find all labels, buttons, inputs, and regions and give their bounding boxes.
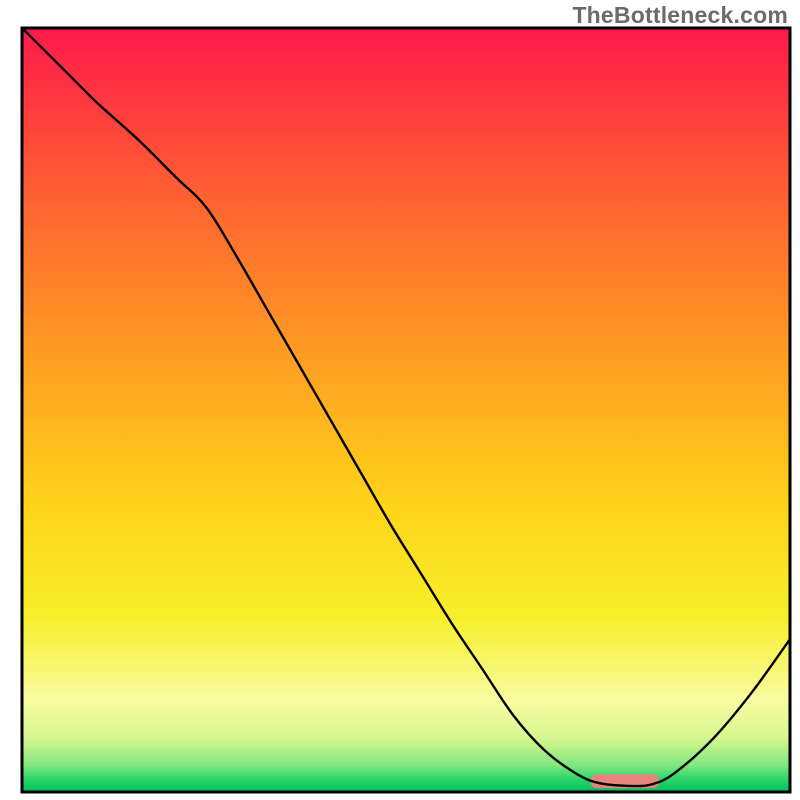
watermark-text: TheBottleneck.com bbox=[572, 2, 788, 29]
chart-container: TheBottleneck.com bbox=[0, 0, 800, 800]
bottleneck-chart bbox=[0, 0, 800, 800]
chart-background-gradient bbox=[22, 28, 790, 792]
